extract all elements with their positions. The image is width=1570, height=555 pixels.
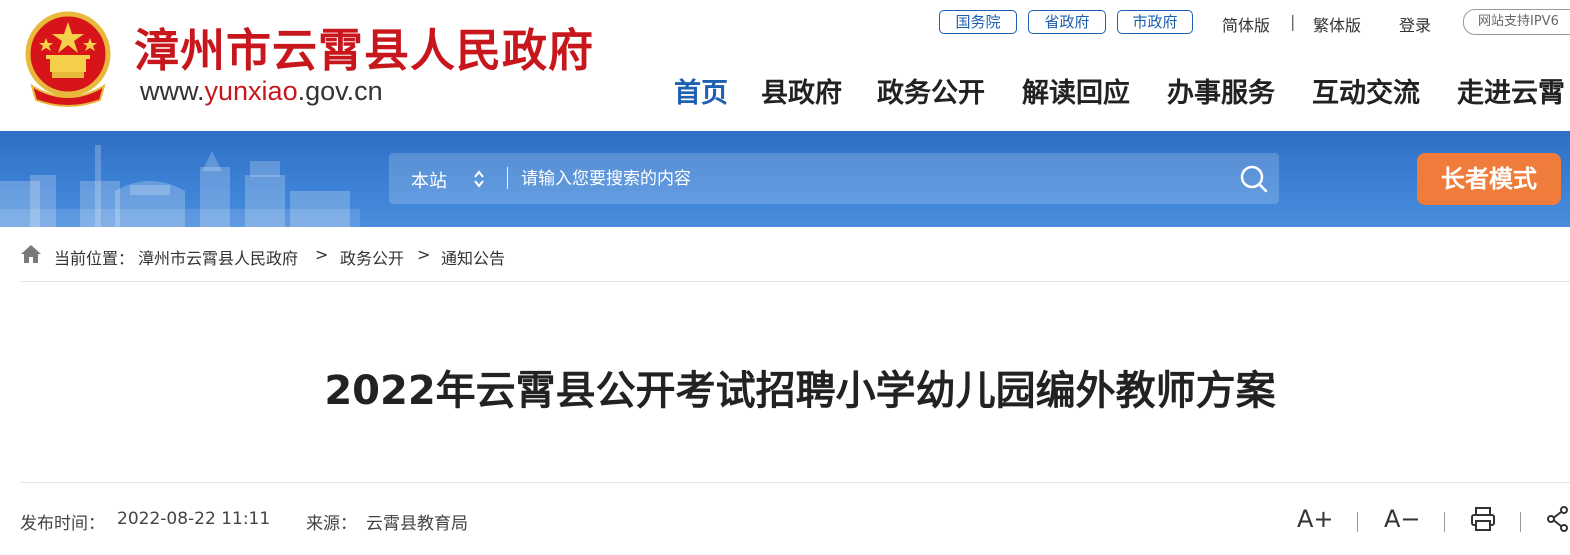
ipv6-badge: 网站支持IPV6 [1463,9,1570,35]
city-skyline-illustration [0,145,360,227]
home-icon[interactable] [20,244,42,264]
divider [20,281,1570,282]
breadcrumb-separator: > [315,245,329,264]
url-highlight: yunxiao [204,76,298,106]
nav-gov-affairs[interactable]: 政务公开 [877,71,985,110]
nav-home[interactable]: 首页 [674,71,728,110]
article-title: 2022年云霄县公开考试招聘小学幼儿园编外教师方案 [324,368,1276,414]
breadcrumb-item-home[interactable]: 漳州市云霄县人民政府 [138,245,298,269]
tool-divider [1357,512,1358,532]
nav-interaction[interactable]: 互动交流 [1312,71,1420,110]
site-url[interactable]: www.yunxiao.gov.cn [140,76,383,107]
search-input[interactable] [519,165,1223,193]
search-banner: 本站 长者模式 [0,131,1570,227]
tool-divider [1444,512,1445,532]
lang-simplified-link[interactable]: 简体版 [1222,12,1270,36]
site-header: 漳州市云霄县人民政府 www.yunxiao.gov.cn 国务院 省政府 市政… [0,0,1570,131]
nav-county-gov[interactable]: 县政府 [761,71,842,110]
gov-link-province[interactable]: 省政府 [1028,10,1106,34]
search-box: 本站 [389,153,1279,204]
login-link[interactable]: 登录 [1399,12,1431,36]
breadcrumb-item-gov-affairs[interactable]: 政务公开 [340,245,404,269]
font-increase-button[interactable]: A+ [1297,505,1334,533]
lang-traditional-link[interactable]: 繁体版 [1313,12,1361,36]
national-emblem-icon [25,11,111,107]
source-label: 来源： [306,514,357,534]
site-title[interactable]: 漳州市云霄县人民政府 [134,14,594,79]
tool-divider [1520,512,1521,532]
publish-time: 2022-08-22 11:11 [117,509,271,529]
nav-about-yunxiao[interactable]: 走进云霄 [1457,71,1565,110]
share-icon[interactable] [1546,506,1570,532]
nav-interpretation[interactable]: 解读回应 [1022,71,1130,110]
font-decrease-button[interactable]: A− [1384,505,1421,533]
updown-arrow-icon[interactable] [473,169,485,189]
search-icon[interactable] [1239,164,1269,194]
nav-services[interactable]: 办事服务 [1167,71,1275,110]
breadcrumb-item-notices[interactable]: 通知公告 [441,245,505,269]
url-prefix: www. [140,76,205,106]
search-scope-select[interactable]: 本站 [411,167,447,193]
lang-separator: | [1290,12,1296,31]
gov-link-city[interactable]: 市政府 [1117,10,1193,34]
gov-link-state-council[interactable]: 国务院 [939,10,1017,34]
search-divider [507,167,508,189]
print-icon[interactable] [1470,506,1496,532]
elder-mode-button[interactable]: 长者模式 [1417,153,1561,205]
breadcrumb-prefix: 当前位置： [54,249,135,268]
url-suffix: .gov.cn [297,76,383,106]
publish-time-label: 发布时间： [20,514,105,534]
breadcrumb-separator: > [417,245,431,264]
divider [20,482,1570,483]
source-value: 云霄县教育局 [366,514,468,534]
